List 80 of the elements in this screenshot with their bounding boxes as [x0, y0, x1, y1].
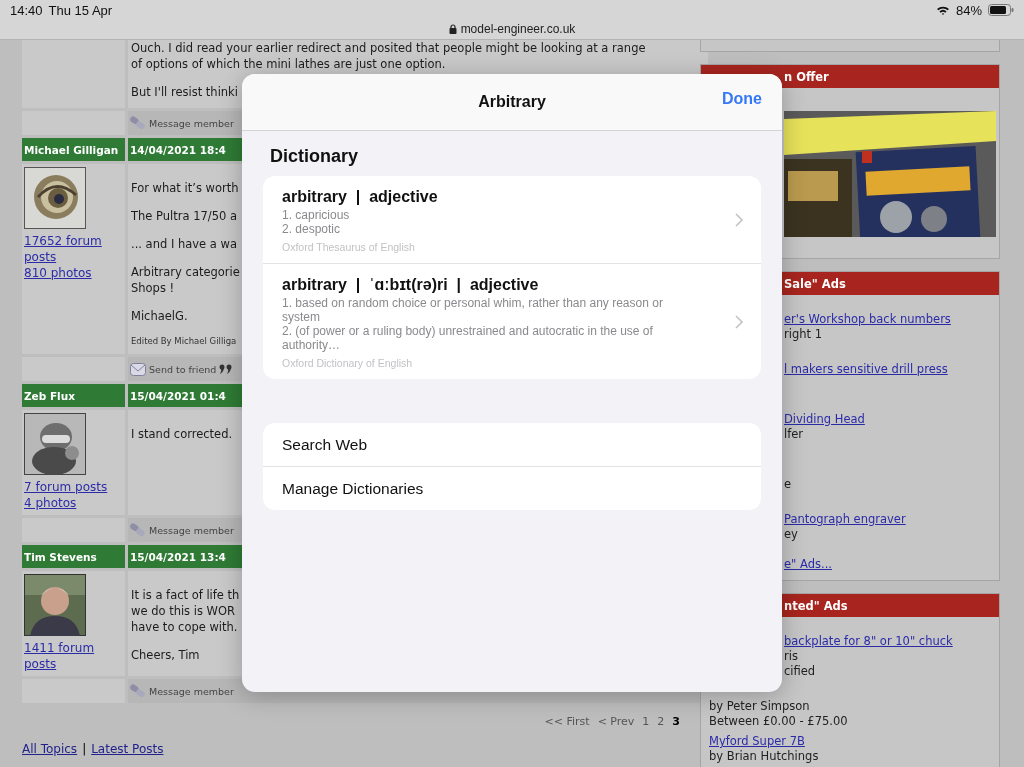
post-text: have to cope with. — [131, 619, 238, 635]
envelope-icon — [130, 362, 146, 376]
ad-title-link[interactable]: Dividing Head — [784, 412, 865, 426]
footer-link[interactable]: Latest Posts — [91, 741, 164, 757]
dictionary-entry[interactable]: arbitrary | adjective 1. capricious 2. despotic Oxford Thesaurus of English — [263, 176, 761, 264]
post-text: Arbitrary categorie — [131, 264, 240, 280]
post-text: But I'll resist thinki — [131, 84, 238, 100]
address-text[interactable]: model-engineer.co.uk — [460, 22, 576, 36]
definition-text: 2. (of power or a ruling body) unrestrained and autocratic in the use of authority… — [282, 324, 654, 352]
definition-text: 2. despotic — [282, 222, 341, 236]
message-member-link[interactable]: Message member — [149, 524, 234, 536]
profile-link[interactable]: 810 photos — [24, 265, 120, 281]
battery-icon — [988, 4, 1014, 16]
done-button[interactable]: Done — [722, 90, 762, 108]
send-to-friend-link[interactable]: Send to friend — [149, 363, 217, 375]
seller-text: ris — [784, 649, 798, 663]
post-text: Shops ! — [131, 280, 175, 296]
profile-link[interactable]: 1411 forum posts — [24, 640, 120, 672]
dictionary-source: Oxford Dictionary of English — [282, 356, 413, 370]
seller-text: by Peter Simpson — [709, 699, 810, 713]
seller-text: lfer — [784, 427, 804, 441]
definition-text: 1. capricious — [282, 208, 350, 222]
ad-title-link[interactable]: backplate for 8" or 10" chuck — [784, 634, 953, 648]
post-text: For what it’s worth — [131, 180, 239, 196]
post-text: I stand corrected. — [131, 426, 233, 442]
post-text: of options of which the mini lathes are just one option. — [131, 56, 446, 72]
page-link[interactable]: 3 — [672, 715, 680, 728]
section-title: Sale" Ads — [784, 276, 846, 291]
headword: arbitrary | adjective — [282, 187, 438, 207]
post-text: It is a fact of life th — [131, 587, 240, 603]
price-text: cified — [784, 664, 816, 678]
author-name: Tim Stevens — [22, 545, 125, 568]
profile-link[interactable]: 17652 forum posts — [24, 233, 120, 265]
seller-text: by Brian Hutchings — [709, 749, 819, 763]
profile-link[interactable]: 4 photos — [24, 495, 120, 511]
message-member-link[interactable]: Message member — [149, 117, 234, 129]
author-name: Michael Gilligan — [22, 138, 125, 161]
message-member-link[interactable]: Message member — [149, 685, 234, 697]
sheet-title: Arbitrary — [478, 93, 546, 111]
lock-icon — [448, 24, 457, 34]
post-text: Ouch. I did read your earlier redirect and posited that people might be looking at a range — [131, 40, 646, 56]
wifi-icon — [935, 4, 950, 16]
ad-title-link[interactable]: Pantograph engraver — [784, 512, 906, 526]
definition-text: 1. based on random choice or personal whim, rather than any reason or system — [282, 296, 664, 324]
ad-title-link[interactable]: l makers sensitive drill press — [784, 362, 948, 376]
seller-text: right 1 — [784, 327, 822, 341]
more-ads-link[interactable]: e" Ads... — [784, 557, 832, 571]
page-link[interactable]: << First — [544, 715, 590, 728]
post-text: MichaelG. — [131, 308, 188, 324]
post-text: ... and I have a wa — [131, 236, 237, 252]
battery-percent: 84% — [955, 2, 982, 18]
chat-icon — [130, 116, 146, 130]
date-text: Thu 15 Apr — [48, 2, 113, 18]
chevron-icon — [735, 315, 743, 329]
page-link[interactable]: 2 — [657, 715, 665, 728]
post-text: The Pultra 17/50 a — [131, 208, 238, 224]
menu-item[interactable]: Manage Dictionaries — [263, 467, 761, 510]
page-link[interactable]: 1 — [642, 715, 650, 728]
menu-item[interactable]: Search Web — [263, 423, 761, 467]
footer-link[interactable]: All Topics — [22, 741, 78, 757]
section-title: nted" Ads — [784, 598, 848, 613]
clock-time: 14:40 — [10, 2, 43, 18]
author-name: Zeb Flux — [22, 384, 125, 407]
price-text: Between £0.00 - £75.00 — [709, 714, 848, 728]
post-text: Cheers, Tim — [131, 647, 200, 663]
section-title: n Offer — [784, 69, 829, 84]
chat-icon — [130, 523, 146, 537]
ad-title-link[interactable]: er's Workshop back numbers — [784, 312, 951, 326]
separator-text: | — [82, 742, 87, 756]
ad-title-link[interactable]: Myford Super 7B — [709, 734, 805, 748]
headword: arbitrary | ˈɑːbɪt(rə)ri | adjective — [282, 275, 539, 295]
page-link[interactable]: < Prev — [597, 715, 635, 728]
seller-text: e — [784, 477, 792, 491]
chevron-icon — [735, 213, 743, 227]
seller-text: ey — [784, 527, 798, 541]
post-text: we do this is WOR — [131, 603, 236, 619]
profile-link[interactable]: 7 forum posts — [24, 479, 120, 495]
quote-icon — [219, 364, 234, 374]
chat-icon — [130, 684, 146, 698]
dictionary-source: Oxford Thesaurus of English — [282, 240, 415, 254]
